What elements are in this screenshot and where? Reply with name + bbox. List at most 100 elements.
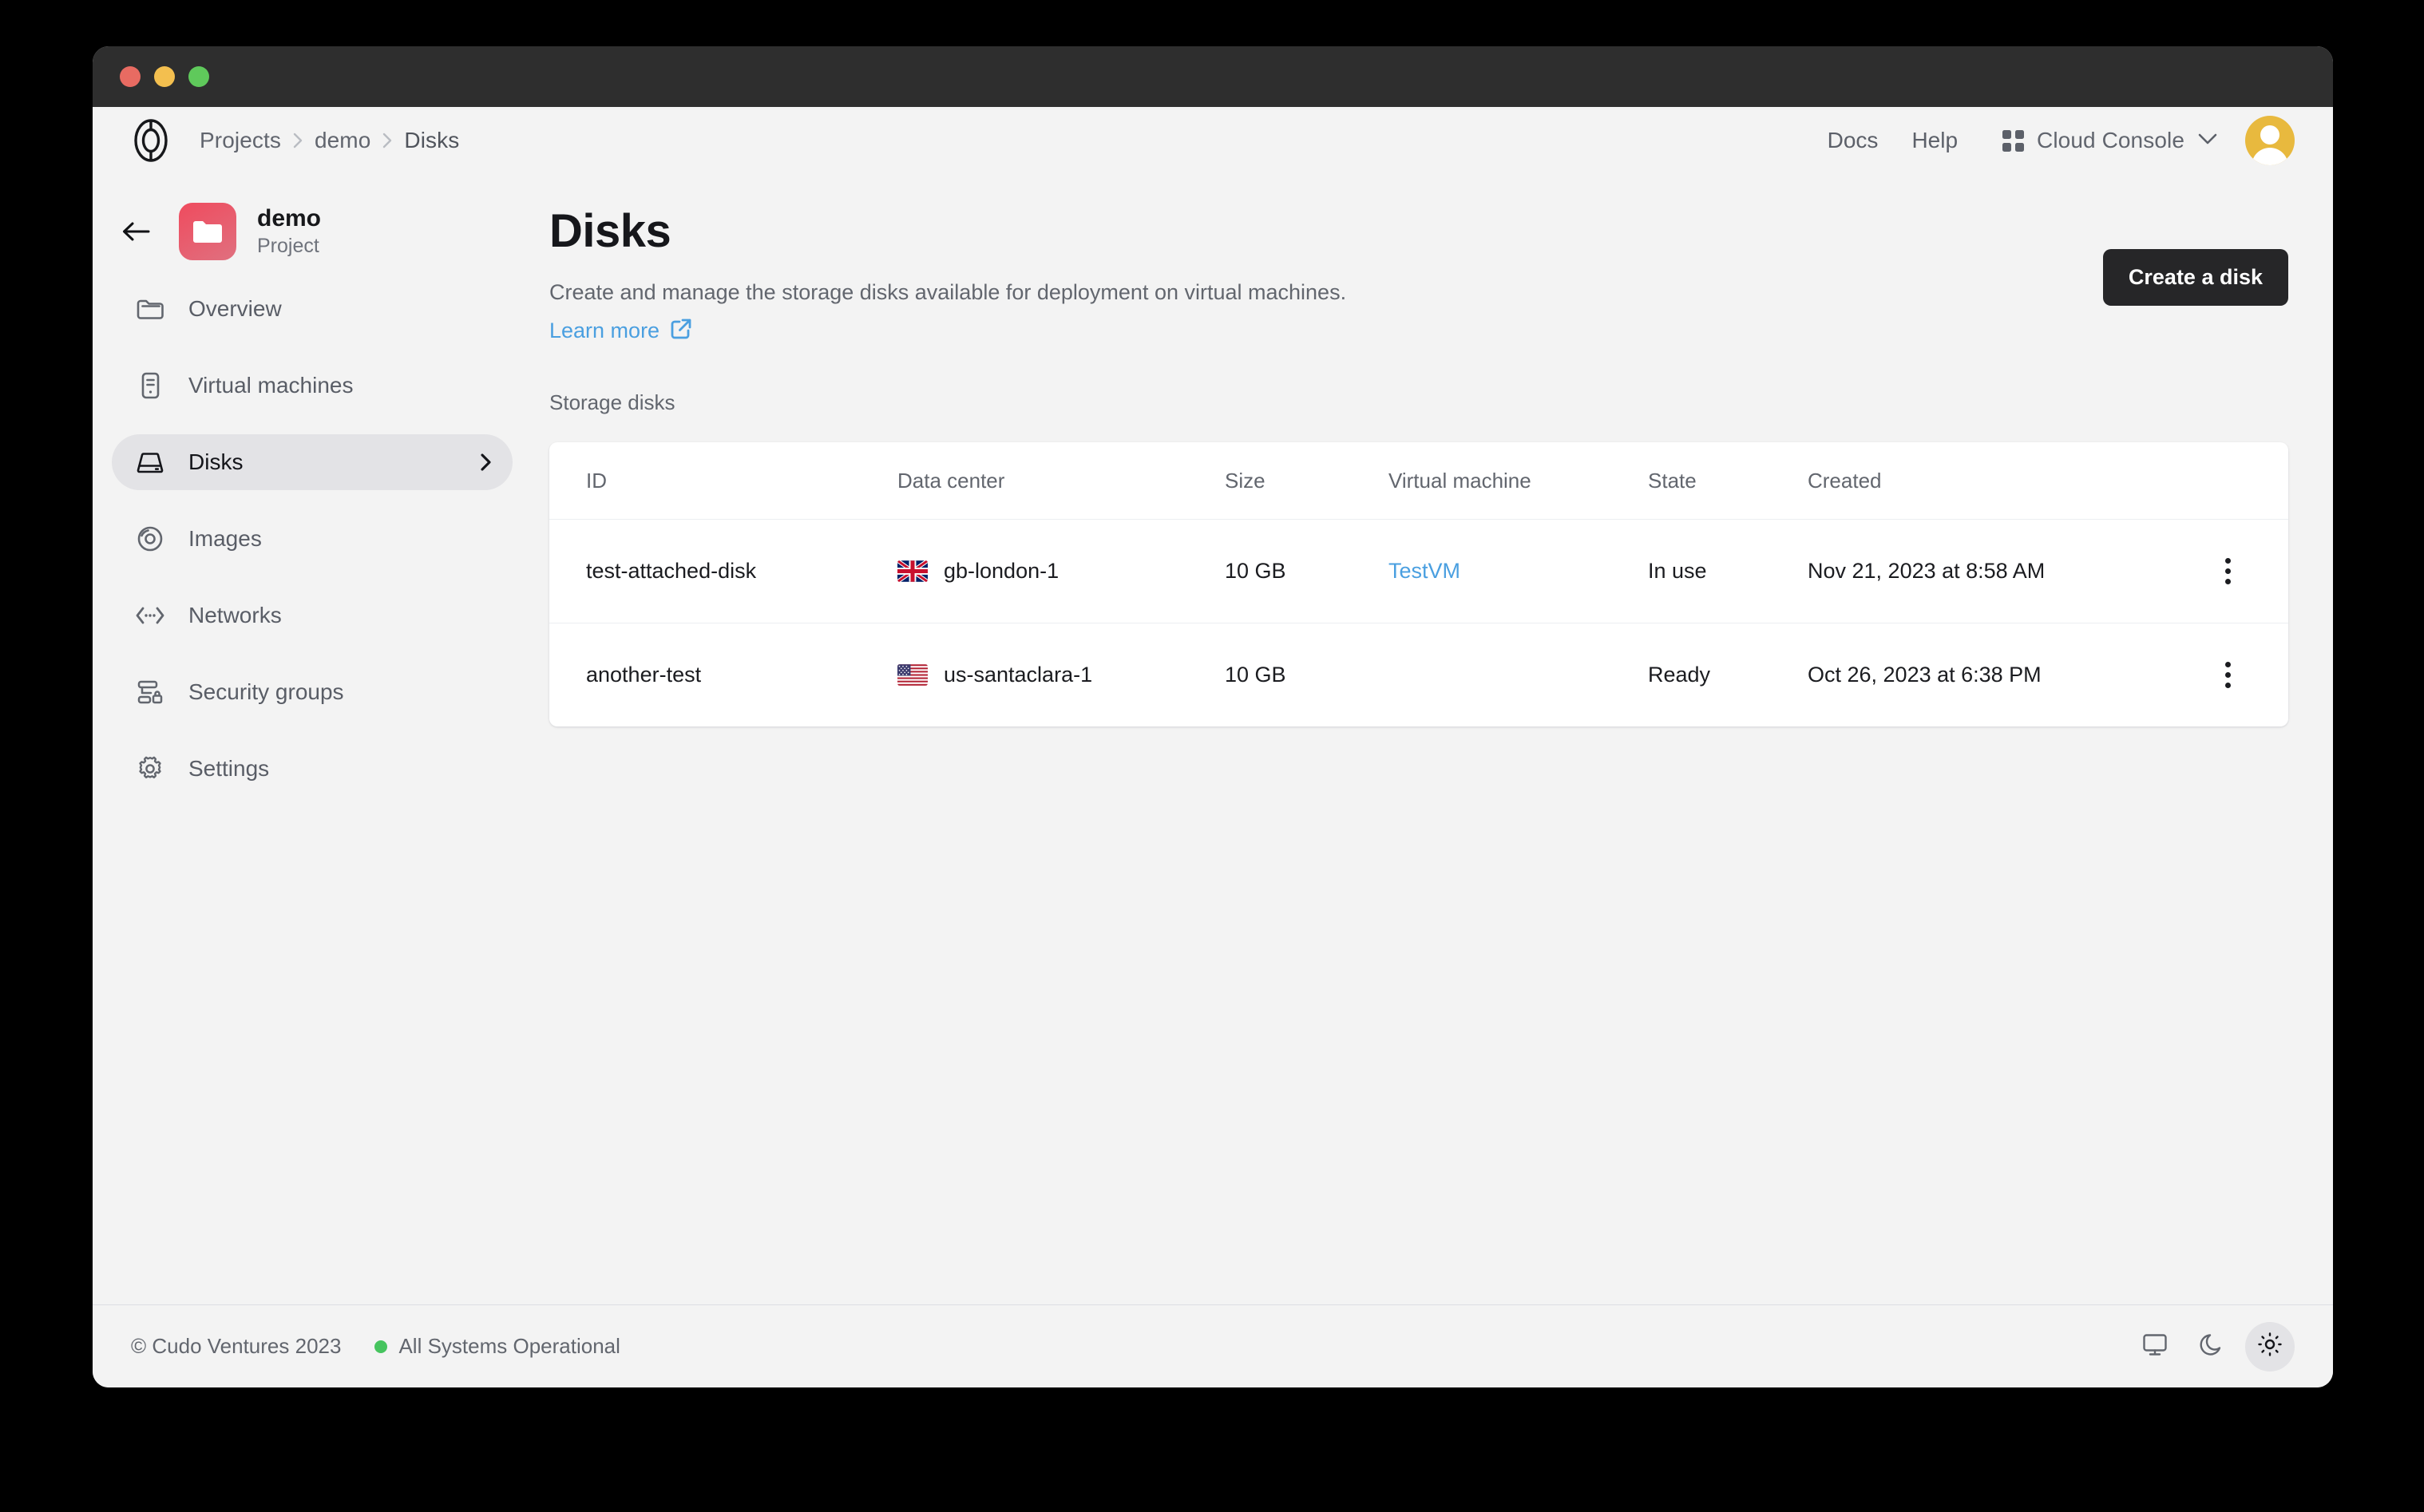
status-dot-icon	[374, 1340, 388, 1353]
app-body: demo Project Overview Virtual machines D…	[93, 174, 2333, 1304]
network-icon	[133, 598, 168, 633]
column-header-data-center: Data center	[897, 468, 1005, 493]
page-header-left: Disks Create and manage the storage disk…	[549, 195, 2103, 344]
cell-virtual-machine: TestVM	[1388, 559, 1648, 584]
sidebar-item-label: Settings	[188, 756, 270, 781]
grid-icon	[2002, 129, 2025, 152]
moon-icon	[2199, 1331, 2226, 1362]
disk-icon	[133, 445, 168, 480]
sidebar-item-images[interactable]: Images	[112, 511, 513, 567]
page-description: Create and manage the storage disks avai…	[549, 280, 1347, 304]
app-window: Projects demo Disks Docs Help Cloud Cons…	[93, 46, 2333, 1387]
sidebar: demo Project Overview Virtual machines D…	[93, 174, 532, 1304]
back-arrow-icon[interactable]	[117, 212, 155, 251]
docs-link[interactable]: Docs	[1828, 128, 1879, 153]
light-theme-button[interactable]	[2245, 1321, 2295, 1371]
cell-actions	[2204, 554, 2252, 589]
project-name: demo	[257, 205, 322, 232]
theme-switcher	[2130, 1321, 2295, 1371]
security-icon	[133, 675, 168, 710]
cloud-console-switcher[interactable]: Cloud Console	[2002, 128, 2218, 153]
virtual-machine-link[interactable]: TestVM	[1388, 559, 1460, 584]
breadcrumb-item-projects[interactable]: Projects	[200, 128, 281, 153]
sidebar-item-security-groups[interactable]: Security groups	[112, 664, 513, 720]
sidebar-item-settings[interactable]: Settings	[112, 741, 513, 797]
sidebar-nav: Overview Virtual machines Disks Images N…	[112, 281, 513, 797]
breadcrumb-item-demo[interactable]: demo	[315, 128, 370, 153]
chevron-down-icon	[2197, 132, 2218, 150]
sidebar-item-label: Networks	[188, 603, 282, 627]
status-label: All Systems Operational	[398, 1334, 620, 1358]
cell-state: Ready	[1648, 663, 1711, 687]
cell-actions	[2204, 658, 2252, 693]
avatar[interactable]	[2245, 116, 2295, 165]
breadcrumb: Projects demo Disks	[200, 128, 459, 153]
dark-theme-button[interactable]	[2188, 1322, 2237, 1371]
status-badge[interactable]: All Systems Operational	[374, 1334, 620, 1359]
server-icon	[133, 368, 168, 403]
sidebar-item-label: Security groups	[188, 679, 344, 704]
data-center-label: us-santaclara-1	[944, 663, 1093, 687]
cell-id: test-attached-disk	[586, 559, 757, 583]
cell-data-center: us-santaclara-1	[897, 663, 1225, 687]
column-header-virtual-machine: Virtual machine	[1388, 468, 1531, 493]
disc-icon	[133, 521, 168, 556]
main-content: Disks Create and manage the storage disk…	[532, 174, 2333, 1304]
project-subtitle: Project	[257, 235, 319, 258]
column-header-state: State	[1648, 468, 1697, 493]
sidebar-item-label: Virtual machines	[188, 373, 354, 398]
sidebar-item-networks[interactable]: Networks	[112, 588, 513, 643]
chevron-right-icon	[477, 450, 493, 474]
learn-more-label: Learn more	[549, 319, 660, 342]
cell-state: In use	[1648, 559, 1707, 583]
sidebar-item-disks[interactable]: Disks	[112, 434, 513, 490]
monitor-icon	[2141, 1331, 2169, 1362]
table-row[interactable]: test-attached-disk gb-london-1 10 GB Tes…	[549, 519, 2288, 623]
chevron-right-icon	[289, 132, 307, 149]
window-zoom-button[interactable]	[188, 66, 209, 87]
column-header-size: Size	[1225, 468, 1265, 493]
table-header-row: ID Data center Size Virtual machine Stat…	[549, 442, 2288, 519]
window-titlebar	[93, 46, 2333, 107]
page-title: Disks	[549, 205, 671, 257]
breadcrumb-item-disks[interactable]: Disks	[404, 128, 459, 153]
row-actions-menu-icon[interactable]	[2210, 658, 2245, 693]
flag-us-icon	[897, 664, 928, 686]
page-header-row: Disks Create and manage the storage disk…	[549, 195, 2288, 344]
project-icon	[179, 203, 236, 260]
app-footer: © Cudo Ventures 2023 All Systems Operati…	[93, 1304, 2333, 1387]
sidebar-item-overview[interactable]: Overview	[112, 281, 513, 337]
sidebar-item-virtual-machines[interactable]: Virtual machines	[112, 358, 513, 414]
learn-more-link[interactable]: Learn more	[549, 318, 692, 344]
help-link[interactable]: Help	[1911, 128, 1958, 153]
window-minimize-button[interactable]	[154, 66, 175, 87]
window-close-button[interactable]	[120, 66, 141, 87]
project-text: demo Project	[257, 204, 321, 259]
disks-table: ID Data center Size Virtual machine Stat…	[549, 442, 2288, 726]
cloud-console-label: Cloud Console	[2037, 128, 2184, 152]
cell-created: Oct 26, 2023 at 6:38 PM	[1808, 663, 2042, 687]
chevron-right-icon	[378, 132, 396, 149]
sidebar-item-label: Images	[188, 526, 262, 551]
column-header-created: Created	[1808, 468, 1882, 493]
cell-id: another-test	[586, 663, 702, 687]
external-link-icon	[670, 318, 692, 344]
sidebar-project-header: demo Project	[112, 193, 513, 270]
column-header-id: ID	[586, 468, 607, 493]
gear-icon	[133, 751, 168, 786]
data-center-label: gb-london-1	[944, 559, 1060, 583]
flag-gb-icon	[897, 560, 928, 582]
cudo-logo-icon[interactable]	[123, 113, 179, 168]
cell-size: 10 GB	[1225, 559, 1286, 583]
row-actions-menu-icon[interactable]	[2210, 554, 2245, 589]
app-header: Projects demo Disks Docs Help Cloud Cons…	[93, 107, 2333, 174]
sidebar-item-label: Overview	[188, 296, 282, 321]
create-a-disk-button[interactable]: Create a disk	[2102, 249, 2288, 306]
storage-disks-label: Storage disks	[549, 390, 675, 414]
copyright-text: © Cudo Ventures 2023	[131, 1334, 342, 1358]
cell-size: 10 GB	[1225, 663, 1286, 687]
sidebar-item-label: Disks	[188, 449, 244, 474]
system-theme-button[interactable]	[2130, 1322, 2180, 1371]
folder-icon	[133, 291, 168, 327]
table-row[interactable]: another-test us-santaclara-1 10 GB Ready…	[549, 623, 2288, 726]
